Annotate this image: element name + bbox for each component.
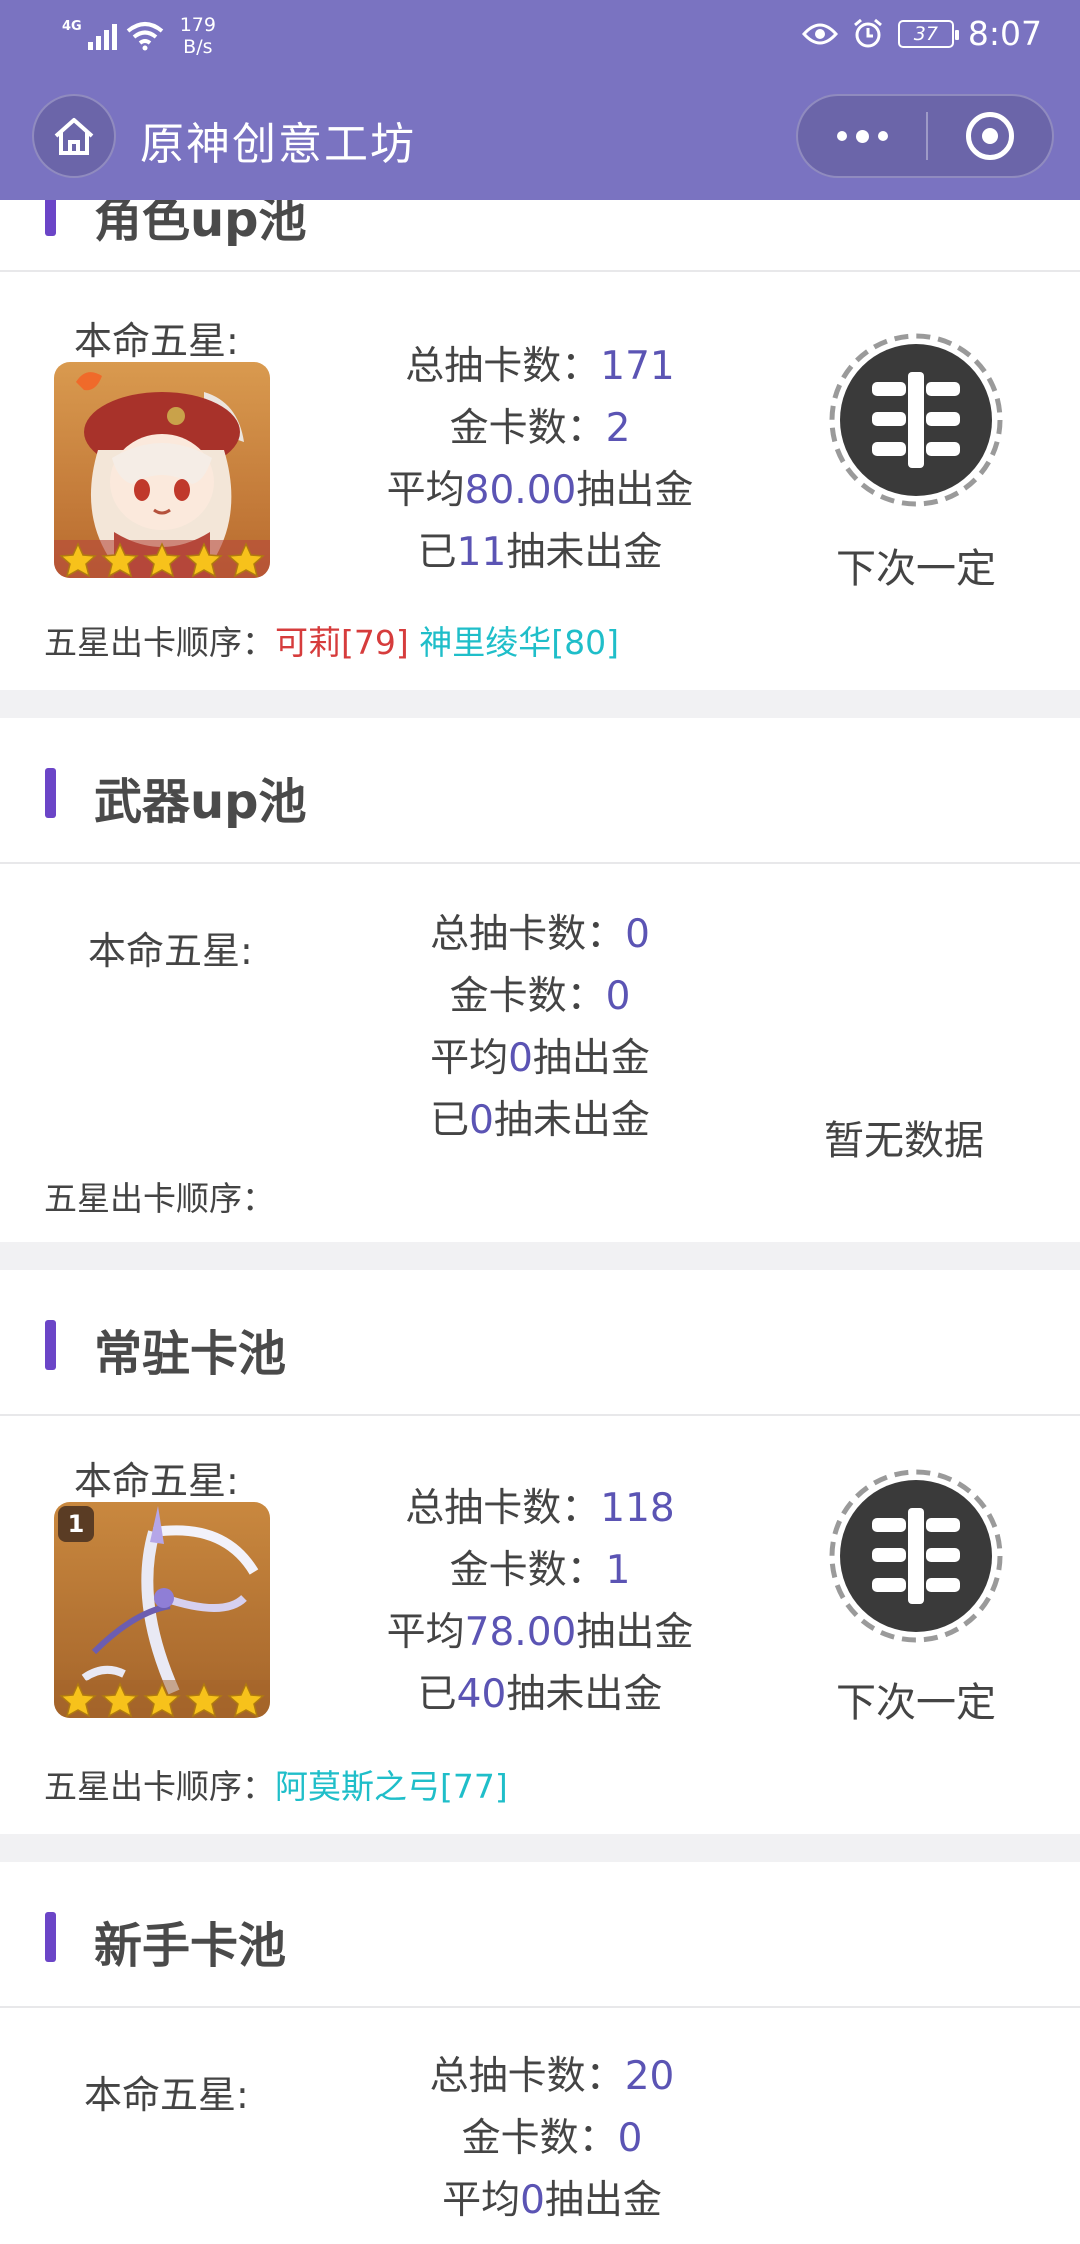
total-draws: 总抽卡数：0 <box>430 912 650 957</box>
average-draws-value: 0 <box>508 1036 533 1081</box>
pool-weapon: 武器up池 本命五星: 总抽卡数：0 金卡数：0 平均0抽出金 已0抽未出金 暂… <box>0 718 1080 1242</box>
status-right: 37 8:07 <box>801 14 1042 53</box>
status-left: 4G 179 B/s <box>62 14 216 58</box>
five-star-label: 本命五星: <box>74 1459 239 1503</box>
dot-icon <box>855 129 869 143</box>
draws-since-gold-value: 11 <box>456 530 507 575</box>
eye-icon <box>801 23 838 44</box>
next-label: 下次一定 <box>836 546 996 592</box>
pool-stats: 总抽卡数：20 金卡数：0 平均0抽出金 <box>392 2046 712 2232</box>
clock: 8:07 <box>967 14 1042 53</box>
nav-bar: 原神创意工坊 <box>0 90 1080 186</box>
pool-beginner: 新手卡池 本命五星: 总抽卡数：20 金卡数：0 平均0抽出金 <box>0 1862 1080 2244</box>
total-draws-value: 118 <box>600 1486 675 1531</box>
app-header: 4G 179 B/s 37 8:07 原神创意工坊 <box>0 0 1080 200</box>
weapon-avatar-amos-bow[interactable]: 1 <box>54 1502 270 1718</box>
five-star-order: 五星出卡顺序： <box>44 1179 275 1218</box>
scroll-content[interactable]: 角色up池 本命五星: 总抽卡数：171 金卡数：2 平均80.00抽出金 已1… <box>0 0 1080 2244</box>
gold-count: 金卡数：0 <box>461 2116 643 2161</box>
mini-program-capsule <box>796 94 1054 178</box>
section-accent-bar <box>45 768 56 818</box>
refinement-badge: 1 <box>58 1506 94 1542</box>
average-draws-value: 0 <box>520 2178 545 2223</box>
target-icon <box>966 112 1014 160</box>
total-draws: 总抽卡数：118 <box>405 1486 675 1531</box>
section-header: 武器up池 <box>0 718 1080 864</box>
pool-standard: 常驻卡池 本命五星: 1 总抽卡数：118 金卡数：1 平均78.00抽出金 已… <box>0 1270 1080 1834</box>
draws-since-gold: 已40抽未出金 <box>417 1672 663 1717</box>
more-button[interactable] <box>798 96 926 176</box>
home-icon <box>54 118 94 155</box>
five-star-order: 五星出卡顺序：可莉[79] 神里绫华[80] <box>44 623 619 662</box>
draws-since-gold: 已0抽未出金 <box>430 1098 650 1143</box>
section-accent-bar <box>45 1320 56 1370</box>
pool-character: 角色up池 本命五星: 总抽卡数：171 金卡数：2 平均80.00抽出金 已1… <box>0 126 1080 690</box>
pool-stats: 总抽卡数：0 金卡数：0 平均0抽出金 已0抽未出金 <box>380 904 700 1152</box>
status-bar: 4G 179 B/s 37 8:07 <box>0 0 1080 72</box>
order-item: 可莉[79] <box>275 623 409 662</box>
dot-icon <box>877 131 888 141</box>
section-accent-bar <box>45 1912 56 1962</box>
network-type: 4G <box>62 18 82 34</box>
five-star-rating-icon <box>59 1682 265 1718</box>
total-draws: 总抽卡数：171 <box>405 344 675 389</box>
draws-since-gold: 已11抽未出金 <box>417 530 663 575</box>
five-star-label: 本命五星: <box>74 319 239 363</box>
total-draws-value: 20 <box>624 2054 675 2099</box>
section-header: 新手卡池 <box>0 1862 1080 2008</box>
next-label: 下次一定 <box>836 1680 996 1726</box>
home-button[interactable] <box>32 94 116 178</box>
battery-icon: 37 <box>897 19 959 48</box>
signal-icon <box>87 24 117 50</box>
pool-stats: 总抽卡数：171 金卡数：2 平均80.00抽出金 已11抽未出金 <box>380 336 700 584</box>
luck-badge-icon <box>829 1469 1003 1643</box>
five-star-label: 本命五星: <box>88 929 253 973</box>
wifi-icon <box>126 22 163 51</box>
no-data-label: 暂无数据 <box>824 1118 984 1164</box>
gold-count-value: 0 <box>605 974 631 1019</box>
gold-count: 金卡数：1 <box>449 1548 631 1593</box>
character-avatar-klee[interactable] <box>54 362 270 578</box>
luck-badge-icon <box>829 333 1003 507</box>
order-item: 神里绫华[80] <box>419 623 619 662</box>
gold-count-value: 2 <box>605 406 631 451</box>
section-title: 常驻卡池 <box>94 1326 287 1382</box>
dot-icon <box>836 131 847 141</box>
draws-since-gold-value: 40 <box>456 1672 507 1717</box>
average-draws: 平均78.00抽出金 <box>386 1610 694 1655</box>
gold-count: 金卡数：0 <box>449 974 631 1019</box>
five-star-order: 五星出卡顺序：阿莫斯之弓[77] <box>44 1767 508 1806</box>
average-draws-value: 80.00 <box>464 468 577 513</box>
alarm-icon <box>853 18 882 47</box>
page-title: 原神创意工坊 <box>140 119 416 170</box>
pool-stats: 总抽卡数：118 金卡数：1 平均78.00抽出金 已40抽未出金 <box>380 1478 700 1726</box>
close-button[interactable] <box>928 112 1052 160</box>
order-item: 阿莫斯之弓[77] <box>275 1767 508 1806</box>
total-draws: 总抽卡数：20 <box>429 2054 675 2099</box>
average-draws-value: 78.00 <box>464 1610 577 1655</box>
average-draws: 平均0抽出金 <box>430 1036 650 1081</box>
gold-count-value: 0 <box>617 2116 643 2161</box>
five-star-rating-icon <box>59 542 265 578</box>
average-draws: 平均0抽出金 <box>442 2178 662 2223</box>
section-title: 武器up池 <box>94 774 307 830</box>
average-draws: 平均80.00抽出金 <box>386 468 694 513</box>
gold-count: 金卡数：2 <box>449 406 631 451</box>
draws-since-gold-value: 0 <box>469 1098 494 1143</box>
total-draws-value: 0 <box>625 912 650 957</box>
section-header: 常驻卡池 <box>0 1270 1080 1416</box>
five-star-label: 本命五星: <box>84 2073 249 2117</box>
total-draws-value: 171 <box>600 344 675 389</box>
section-title: 新手卡池 <box>94 1918 287 1974</box>
net-speed: 179 B/s <box>179 14 216 58</box>
gold-count-value: 1 <box>605 1548 631 1593</box>
